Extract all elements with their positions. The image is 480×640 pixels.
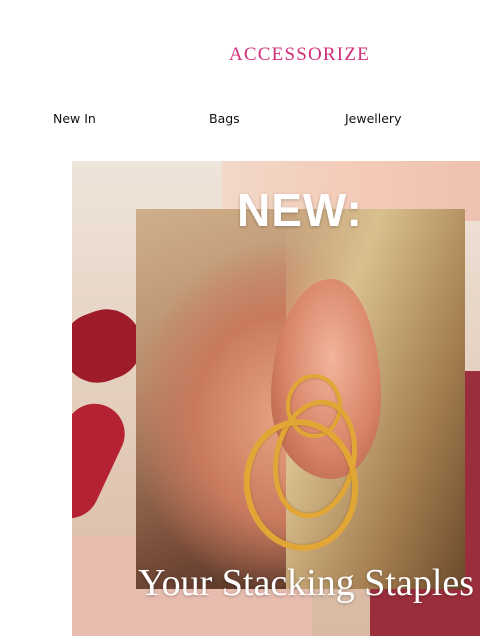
nav-item-jewellery[interactable]: Jewellery xyxy=(345,111,401,126)
hero-photo xyxy=(136,209,465,589)
ribbon-decoration xyxy=(72,393,135,529)
nav-item-bags[interactable]: Bags xyxy=(209,111,240,126)
brand-logo[interactable]: ACCESSORIZE xyxy=(229,44,370,66)
hero-banner[interactable]: NEW: Your Stacking Staples xyxy=(72,161,480,636)
nav-item-new-in[interactable]: New In xyxy=(53,111,96,126)
hero-tagline: Your Stacking Staples xyxy=(138,562,475,604)
hero-headline: NEW: xyxy=(237,184,363,236)
